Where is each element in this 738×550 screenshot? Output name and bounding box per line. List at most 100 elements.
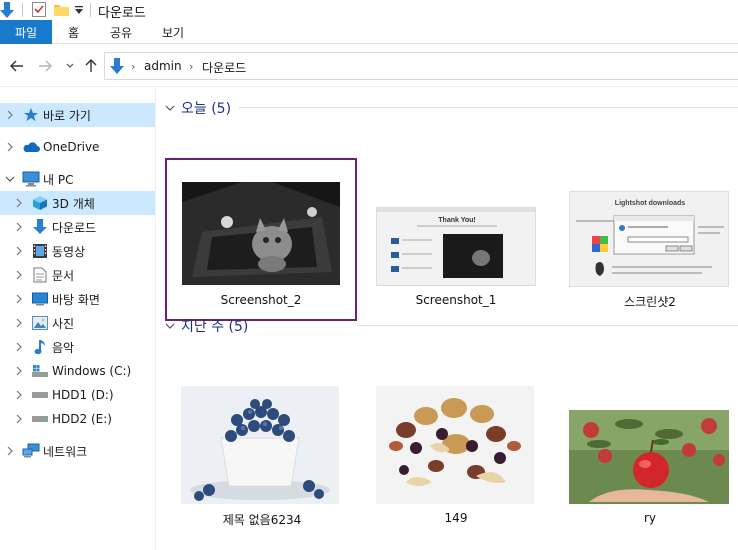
breadcrumb-downloads[interactable]: 다운로드 xyxy=(202,59,246,76)
sidebar-item-label: 음악 xyxy=(52,340,75,355)
file-thumbnail: Lightshot downloads xyxy=(569,191,729,287)
new-folder-icon[interactable] xyxy=(54,3,69,16)
chevron-right-icon[interactable] xyxy=(14,246,24,256)
sidebar-item-drive-e[interactable]: HDD2 (E:) xyxy=(0,407,155,431)
file-tile-screenshot-kr-2[interactable]: Lightshot downloads 스크린샷2 xyxy=(555,160,738,320)
download-arrow-icon[interactable] xyxy=(0,1,14,19)
back-button[interactable] xyxy=(8,57,26,75)
properties-icon[interactable] xyxy=(32,2,46,17)
sidebar-item-onedrive[interactable]: OneDrive xyxy=(0,135,155,159)
tab-file[interactable]: 파일 xyxy=(0,20,52,44)
arrow-right-icon xyxy=(39,60,52,72)
sidebar-item-network[interactable]: 네트워크 xyxy=(0,439,155,463)
file-thumbnail: Thank You! xyxy=(376,207,536,286)
sidebar-item-label: 바탕 화면 xyxy=(52,292,100,307)
cube-3d-icon xyxy=(31,194,49,212)
tab-view[interactable]: 보기 xyxy=(162,20,184,44)
file-thumbnail xyxy=(182,182,340,285)
title-bar: 다운로드 xyxy=(0,0,738,21)
chevron-right-icon[interactable] xyxy=(5,446,15,456)
arrow-up-icon xyxy=(85,59,97,72)
sidebar-item-music[interactable]: 음악 xyxy=(0,335,155,359)
sidebar-item-desktop[interactable]: 바탕 화면 xyxy=(0,287,155,311)
file-thumbnail xyxy=(376,386,534,504)
group-header-last-week[interactable]: 지난 주 (5) xyxy=(165,316,248,336)
chevron-right-icon[interactable] xyxy=(14,342,24,352)
cloud-icon xyxy=(22,138,40,156)
chevron-down-icon[interactable] xyxy=(165,104,175,112)
chevron-right-icon[interactable] xyxy=(14,198,24,208)
sidebar-item-3d-objects[interactable]: 3D 개체 xyxy=(0,191,155,215)
chevron-down-icon[interactable] xyxy=(5,174,15,184)
file-tile-ry[interactable]: ry xyxy=(555,378,738,538)
sidebar-item-label: HDD1 (D:) xyxy=(52,388,114,402)
file-tile-149[interactable]: 149 xyxy=(361,378,551,538)
file-tile-screenshot-2[interactable]: Screenshot_2 xyxy=(165,158,357,321)
chevron-right-icon[interactable] xyxy=(14,222,24,232)
sidebar-item-downloads[interactable]: 다운로드 xyxy=(0,215,155,239)
tab-home[interactable]: 홈 xyxy=(68,20,79,44)
sidebar-item-drive-c[interactable]: Windows (C:) xyxy=(0,359,155,383)
computer-icon xyxy=(22,170,40,188)
sidebar-item-this-pc[interactable]: 내 PC xyxy=(0,167,155,191)
sidebar-item-pictures[interactable]: 사진 xyxy=(0,311,155,335)
chevron-down-icon xyxy=(66,63,74,68)
sidebar-item-label: 문서 xyxy=(52,268,75,283)
file-name: 149 xyxy=(444,511,468,525)
chevron-right-icon[interactable] xyxy=(14,414,24,424)
breadcrumb-separator[interactable]: › xyxy=(189,60,193,73)
desktop-icon xyxy=(31,290,49,308)
chevron-right-icon[interactable] xyxy=(14,318,24,328)
recent-locations-button[interactable] xyxy=(61,57,79,75)
document-icon xyxy=(31,266,49,284)
sidebar-item-label: 동영상 xyxy=(52,244,86,259)
picture-icon xyxy=(31,314,49,332)
group-label: 오늘 (5) xyxy=(181,101,232,117)
sidebar-item-documents[interactable]: 문서 xyxy=(0,263,155,287)
group-divider xyxy=(357,325,738,326)
file-name: Screenshot_2 xyxy=(220,293,302,307)
tab-share[interactable]: 공유 xyxy=(110,20,132,44)
group-header-today[interactable]: 오늘 (5) xyxy=(165,98,231,118)
file-view: 오늘 (5) Screenshot_2 Thank You! Screensho… xyxy=(157,88,738,550)
sidebar-item-drive-d[interactable]: HDD1 (D:) xyxy=(0,383,155,407)
navigation-pane: 바로 가기 OneDrive 내 PC 3D 개체 다운로드 동영상 문서 바탕… xyxy=(0,88,156,550)
chevron-right-icon[interactable] xyxy=(14,294,24,304)
chevron-right-icon[interactable] xyxy=(5,142,15,152)
file-tile-untitled-6234[interactable]: 제목 없음6234 xyxy=(167,378,357,538)
sidebar-item-label: 사진 xyxy=(52,316,75,331)
breadcrumb-separator[interactable]: › xyxy=(131,60,135,73)
customize-quick-access-icon[interactable] xyxy=(75,5,83,15)
up-button[interactable] xyxy=(82,57,100,75)
separator xyxy=(22,3,23,17)
file-thumbnail xyxy=(569,410,729,504)
forward-button[interactable] xyxy=(36,57,54,75)
network-icon xyxy=(22,442,40,460)
window-title: 다운로드 xyxy=(98,6,146,21)
file-thumbnail xyxy=(181,386,339,504)
drive-icon xyxy=(31,410,49,428)
ribbon-tabs: 파일 홈 공유 보기 xyxy=(0,20,738,44)
thumbnail-heading: Lightshot downloads xyxy=(615,200,685,207)
chevron-right-icon[interactable] xyxy=(14,366,24,376)
music-note-icon xyxy=(31,338,49,356)
address-bar[interactable]: › admin › 다운로드 xyxy=(104,52,738,80)
breadcrumb-admin[interactable]: admin xyxy=(144,59,182,73)
film-icon xyxy=(31,242,49,260)
sidebar-item-label: 바로 가기 xyxy=(43,108,91,123)
windows-drive-icon xyxy=(31,362,49,380)
navigation-bar: › admin › 다운로드 xyxy=(0,45,738,87)
sidebar-item-quick-access[interactable]: 바로 가기 xyxy=(0,103,155,127)
chevron-down-icon[interactable] xyxy=(165,322,175,330)
group-label: 지난 주 (5) xyxy=(181,319,249,335)
group-divider xyxy=(239,107,738,108)
chevron-right-icon[interactable] xyxy=(14,390,24,400)
chevron-right-icon[interactable] xyxy=(14,270,24,280)
arrow-left-icon xyxy=(10,60,23,72)
sidebar-item-label: 네트워크 xyxy=(43,444,88,459)
sidebar-item-label: Windows (C:) xyxy=(52,364,132,378)
star-pin-icon xyxy=(22,106,40,124)
chevron-right-icon[interactable] xyxy=(5,110,15,120)
sidebar-item-videos[interactable]: 동영상 xyxy=(0,239,155,263)
file-tile-screenshot-1[interactable]: Thank You! Screenshot_1 xyxy=(361,160,551,320)
